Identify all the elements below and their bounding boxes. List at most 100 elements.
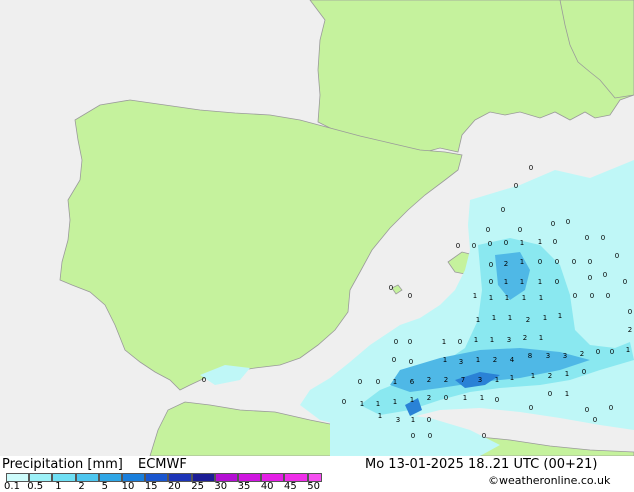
legend-tick-label: 30 xyxy=(214,481,228,492)
precipitation-value-label: 0 xyxy=(609,404,613,412)
precipitation-value-label: 0 xyxy=(514,182,518,190)
precipitation-value-label: 2 xyxy=(444,376,448,384)
precipitation-value-label: 0 xyxy=(392,356,396,364)
precipitation-value-label: 3 xyxy=(459,358,463,366)
precipitation-value-label: 0 xyxy=(427,416,431,424)
precipitation-value-label: 0 xyxy=(202,376,206,384)
precipitation-value-label: 0 xyxy=(408,292,412,300)
precipitation-value-label: 1 xyxy=(504,278,508,286)
precipitation-value-label: 1 xyxy=(378,412,382,420)
precipitation-value-label: 1 xyxy=(520,258,524,266)
precipitation-value-label: 1 xyxy=(558,312,562,320)
precipitation-value-label: 3 xyxy=(546,352,550,360)
precipitation-value-label: 1 xyxy=(522,294,526,302)
precipitation-value-label: 2 xyxy=(427,394,431,402)
precipitation-value-label: 0 xyxy=(623,278,627,286)
precipitation-value-label: 1 xyxy=(543,314,547,322)
precipitation-value-label: 0 xyxy=(572,258,576,266)
precipitation-value-label: 1 xyxy=(442,338,446,346)
model-name: ECMWF xyxy=(138,457,187,472)
precipitation-value-label: 0 xyxy=(593,416,597,424)
precipitation-value-label: 2 xyxy=(427,376,431,384)
precipitation-value-label: 0 xyxy=(529,164,533,172)
precipitation-value-label: 0 xyxy=(428,432,432,440)
precipitation-value-label: 0 xyxy=(456,242,460,250)
precipitation-value-label: 1 xyxy=(508,314,512,322)
precipitation-value-label: 7 xyxy=(461,376,465,384)
precipitation-value-label: 4 xyxy=(510,356,515,364)
precipitation-value-label: 3 xyxy=(478,376,482,384)
precipitation-value-label: 0 xyxy=(601,234,605,242)
precipitation-value-label: 0 xyxy=(501,206,505,214)
precipitation-value-label: 1 xyxy=(443,356,447,364)
precipitation-value-label: 1 xyxy=(360,400,364,408)
precipitation-value-label: 0 xyxy=(444,394,448,402)
precipitation-value-label: 3 xyxy=(396,416,400,424)
precipitation-value-label: 0 xyxy=(566,218,570,226)
precipitation-value-label: 1 xyxy=(376,400,380,408)
legend-tick-label: 0.5 xyxy=(27,481,44,492)
precipitation-map: 0 0 0 0 0 0 0 0 0 0 1 1 0 0 0 0 1 2 0 0 0 0 0 0 0 1 1 1 0 0 0 0 0 0 1 1 1 1 1 0… xyxy=(0,0,634,456)
precipitation-value-label: 0 xyxy=(603,271,607,279)
precipitation-value-label: 0 xyxy=(518,226,522,234)
precipitation-value-label: 1 xyxy=(495,376,499,384)
credit-text: ©weatheronline.co.uk xyxy=(488,474,611,487)
legend-tick-label: 1 xyxy=(55,481,62,492)
precipitation-value-label: 0 xyxy=(529,404,533,412)
precipitation-value-label: 1 xyxy=(565,370,569,378)
precipitation-value-label: 0 xyxy=(596,348,600,356)
precipitation-value-label: 0 xyxy=(585,234,589,242)
precipitation-value-label: 0 xyxy=(548,390,552,398)
precipitation-value-label: 0 xyxy=(590,292,594,300)
precipitation-value-label: 1 xyxy=(489,294,493,302)
precipitation-value-label: 0 xyxy=(472,242,476,250)
precipitation-value-label: 0 xyxy=(582,368,586,376)
precipitation-value-label: 0 xyxy=(489,278,493,286)
precipitation-value-label: 0 xyxy=(504,239,508,247)
precipitation-value-label: 1 xyxy=(626,346,630,354)
precipitation-value-label: 0 xyxy=(538,258,542,266)
precipitation-value-label: 1 xyxy=(492,314,496,322)
legend-tick-label: 50 xyxy=(307,481,320,492)
precipitation-value-label: 0 xyxy=(588,258,592,266)
precipitation-value-label: 1 xyxy=(393,378,397,386)
precipitation-value-label: 0 xyxy=(408,338,412,346)
legend-tick-label: 0.1 xyxy=(4,481,20,492)
precipitation-value-label: 0 xyxy=(606,292,610,300)
precipitation-value-label: 0 xyxy=(628,308,632,316)
precipitation-value-label: 1 xyxy=(473,292,477,300)
precipitation-value-label: 0 xyxy=(573,292,577,300)
legend-tick-label: 5 xyxy=(101,481,108,492)
precipitation-value-label: 0 xyxy=(394,338,398,346)
precipitation-value-label: 2 xyxy=(526,316,530,324)
legend-tick-label: 45 xyxy=(284,481,297,492)
precipitation-value-label: 1 xyxy=(510,374,514,382)
precipitation-value-label: 1 xyxy=(538,238,542,246)
legend-tick-label: 20 xyxy=(168,481,181,492)
precipitation-value-label: 1 xyxy=(520,278,524,286)
precipitation-value-label: 1 xyxy=(538,278,542,286)
precipitation-value-label: 2 xyxy=(580,350,584,358)
legend-tick-label: 25 xyxy=(191,481,204,492)
precipitation-value-label: 0 xyxy=(585,406,589,414)
legend-title: Precipitation [mm] xyxy=(2,457,123,472)
precipitation-value-label: 0 xyxy=(358,378,362,386)
forecast-datetime: Mo 13-01-2025 18..21 UTC (00+21) xyxy=(365,457,598,472)
precipitation-value-label: 1 xyxy=(463,394,467,402)
precipitation-value-label: 1 xyxy=(411,416,415,424)
precipitation-value-label: 0 xyxy=(495,396,499,404)
precipitation-value-label: 1 xyxy=(539,294,543,302)
precipitation-value-label: 1 xyxy=(393,398,397,406)
precipitation-value-label: 1 xyxy=(410,396,414,404)
precipitation-value-label: 0 xyxy=(389,284,393,292)
precipitation-value-label: 1 xyxy=(505,294,509,302)
precipitation-value-label: 1 xyxy=(474,336,478,344)
precipitation-value-label: 0 xyxy=(588,274,592,282)
precipitation-value-label: 1 xyxy=(565,390,569,398)
precipitation-value-label: 2 xyxy=(493,356,497,364)
precipitation-value-label: 0 xyxy=(555,278,559,286)
precipitation-value-label: 0 xyxy=(482,432,486,440)
precipitation-value-label: 0 xyxy=(551,220,555,228)
precipitation-value-label: 2 xyxy=(628,326,632,334)
precipitation-value-label: 1 xyxy=(539,334,543,342)
